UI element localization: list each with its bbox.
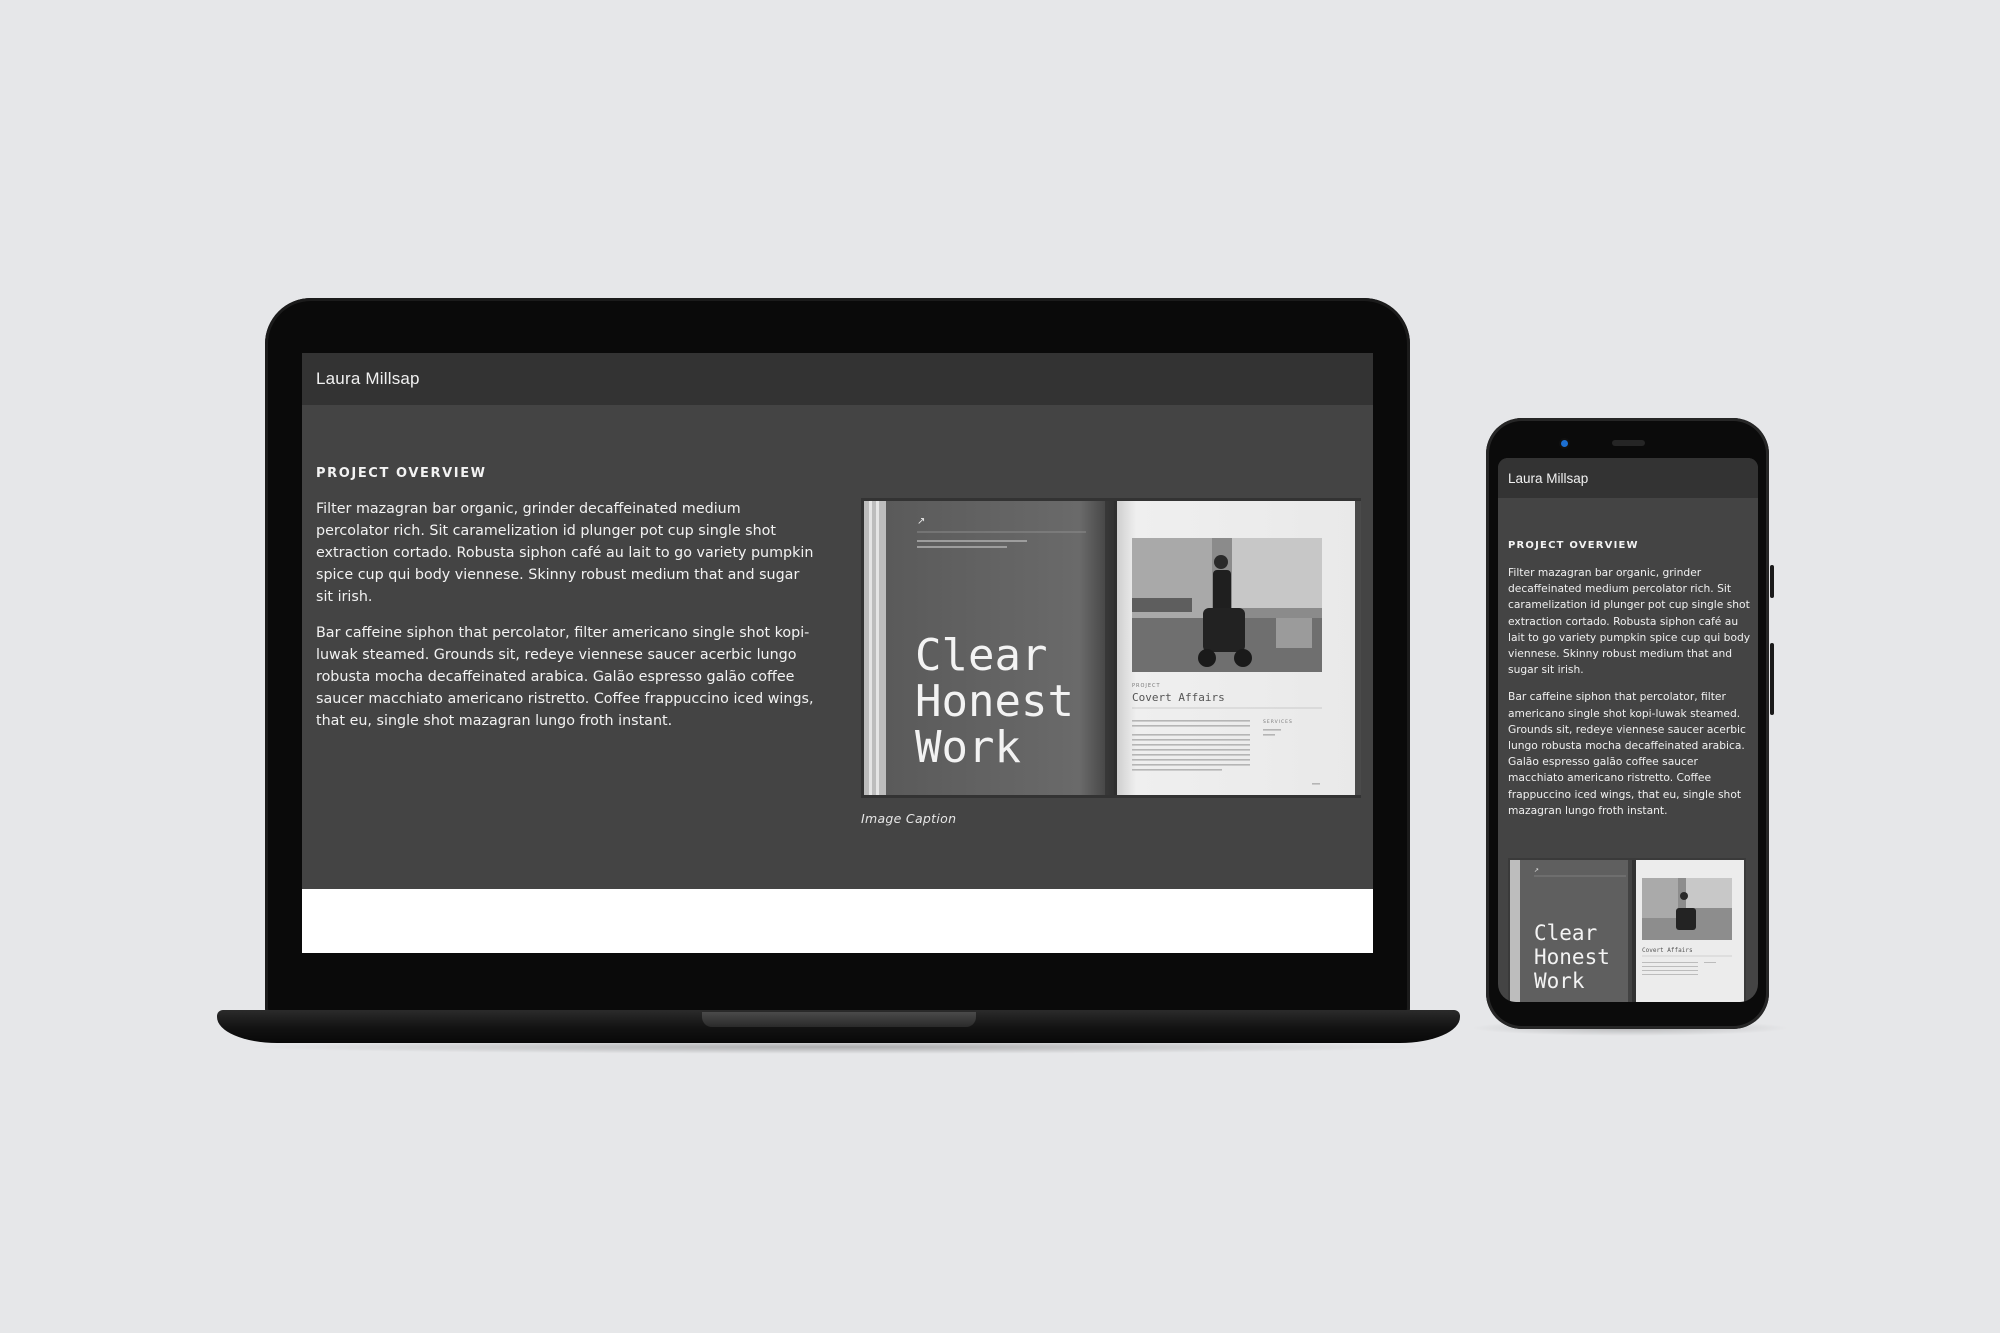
phone-speaker	[1612, 440, 1645, 446]
project-description: Filter mazagran bar organic, grinder dec…	[316, 498, 816, 746]
mobile-paragraph: Bar caffeine siphon that percolator, fil…	[1508, 690, 1746, 817]
book-project-label: PROJECT	[1132, 683, 1161, 689]
laptop-shadow	[240, 1040, 1440, 1054]
phone-volume-button	[1770, 643, 1774, 715]
mobile-project-image: ↗ Clear Honest Work Covert Affairs	[1508, 858, 1746, 1002]
book-services-label: SERVICES	[1263, 719, 1293, 725]
image-caption: Image Caption	[861, 811, 957, 826]
mobile-book-cover-line: Work	[1534, 969, 1585, 993]
page-footer	[302, 889, 1373, 953]
mobile-site-name-link[interactable]: Laura Millsap	[1508, 471, 1588, 486]
project-image: ↗ Clear Honest Work PROJECT Covert Affai…	[861, 498, 1361, 798]
site-name-link[interactable]: Laura Millsap	[316, 369, 420, 389]
laptop-screen: Laura Millsap PROJECT OVERVIEW Filter ma…	[302, 353, 1373, 953]
mobile-section-title: PROJECT OVERVIEW	[1508, 540, 1639, 551]
paragraph: Bar caffeine siphon that percolator, fil…	[316, 625, 814, 729]
mobile-book-project-name: Covert Affairs	[1642, 947, 1693, 954]
section-title: PROJECT OVERVIEW	[316, 466, 487, 481]
mobile-book-cover-line: Honest	[1534, 945, 1610, 969]
phone-power-button	[1770, 565, 1774, 598]
mobile-paragraph: Filter mazagran bar organic, grinder dec…	[1508, 566, 1751, 677]
laptop-opening-notch	[702, 1012, 976, 1027]
site-header: Laura Millsap	[302, 353, 1373, 405]
phone-screen: Laura Millsap PROJECT OVERVIEW Filter ma…	[1498, 458, 1758, 1002]
svg-text:↗: ↗	[1534, 867, 1539, 874]
paragraph: Filter mazagran bar organic, grinder dec…	[316, 501, 814, 605]
svg-text:↗: ↗	[917, 516, 925, 527]
mobile-site-header: Laura Millsap	[1498, 458, 1758, 498]
book-cover-line: Work	[915, 722, 1021, 773]
mobile-book-cover-line: Clear	[1534, 921, 1597, 945]
mobile-project-description: Filter mazagran bar organic, grinder dec…	[1508, 565, 1753, 830]
phone-camera	[1561, 440, 1568, 447]
book-project-name: Covert Affairs	[1132, 691, 1225, 704]
book-cover-line: Clear	[915, 630, 1047, 681]
book-cover-line: Honest	[915, 676, 1074, 727]
